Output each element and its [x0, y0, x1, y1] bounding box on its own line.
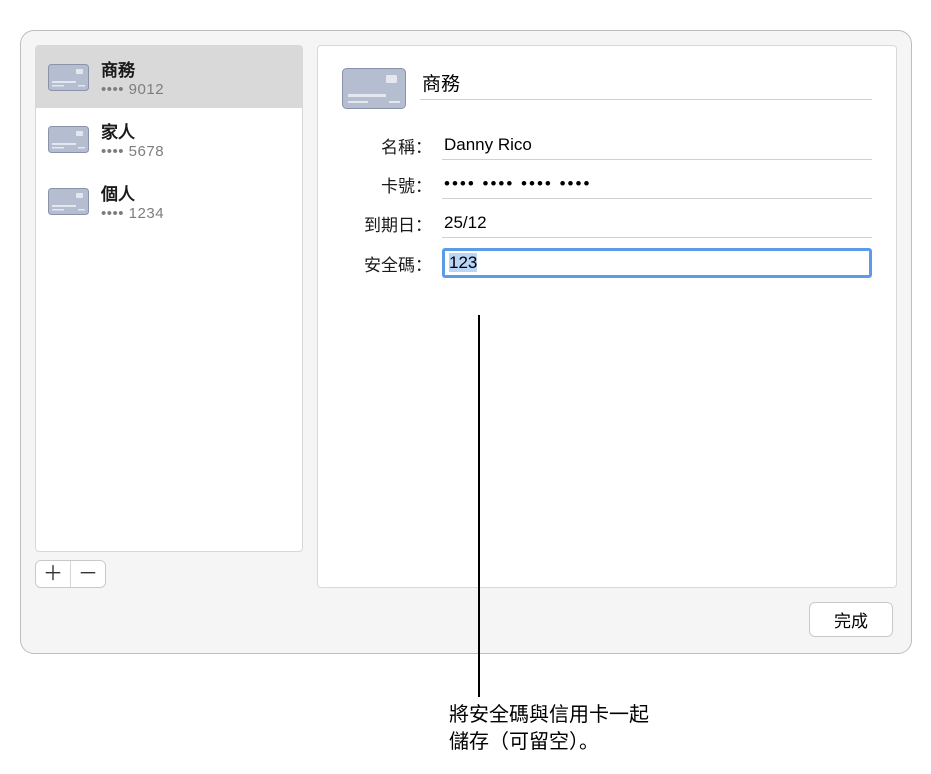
add-button[interactable]: ＋: [36, 561, 70, 587]
card-text: 家人 •••• 5678: [101, 118, 164, 160]
card-last4: •••• 9012: [101, 81, 164, 98]
detail-header: [342, 68, 872, 109]
card-list: 商務 •••• 9012 家人 •••• 5678: [35, 45, 303, 552]
add-remove-group: ＋ －: [35, 560, 106, 588]
callout-line1: 將安全碼與信用卡一起: [449, 704, 649, 726]
credit-card-editor-window: 商務 •••• 9012 家人 •••• 5678: [20, 30, 912, 654]
card-last4: •••• 1234: [101, 205, 164, 222]
credit-card-icon: [48, 64, 89, 91]
detail-panel: 名稱： 卡號： 到期日： 安全碼： 123: [317, 45, 897, 588]
form-row-cvc: 安全碼： 123: [342, 248, 872, 278]
card-list-item[interactable]: 家人 •••• 5678: [36, 108, 302, 170]
sidebar-toolbar: ＋ －: [35, 560, 303, 588]
credit-card-icon: [342, 68, 406, 109]
callout-line2: 儲存（可留空）。: [449, 731, 599, 753]
card-last4: •••• 5678: [101, 143, 164, 160]
form-row-name: 名稱：: [342, 131, 872, 160]
form-row-number: 卡號：: [342, 170, 872, 199]
content-area: 商務 •••• 9012 家人 •••• 5678: [21, 31, 911, 602]
credit-card-icon: [48, 188, 89, 215]
cvc-value: 123: [449, 253, 477, 272]
done-button[interactable]: 完成: [809, 602, 893, 637]
expiry-input[interactable]: [442, 209, 872, 238]
done-label: 完成: [834, 612, 868, 631]
callout-text: 將安全碼與信用卡一起 儲存（可留空）。: [449, 702, 649, 756]
number-input[interactable]: [442, 170, 872, 199]
sidebar: 商務 •••• 9012 家人 •••• 5678: [35, 45, 303, 588]
plus-icon: ＋: [43, 564, 63, 584]
callout-line: [478, 315, 480, 697]
card-text: 商務 •••• 9012: [101, 56, 164, 98]
number-label: 卡號：: [342, 172, 432, 197]
card-title: 商務: [101, 56, 164, 81]
cvc-input[interactable]: 123: [442, 248, 872, 278]
footer: 完成: [21, 602, 911, 653]
minus-icon: －: [78, 564, 98, 584]
name-label: 名稱：: [342, 133, 432, 158]
card-text: 個人 •••• 1234: [101, 180, 164, 222]
card-title: 家人: [101, 118, 164, 143]
remove-button[interactable]: －: [71, 561, 105, 587]
form-row-expiry: 到期日：: [342, 209, 872, 238]
cvc-label: 安全碼：: [342, 251, 432, 276]
card-description-input[interactable]: [420, 68, 872, 100]
card-list-item[interactable]: 商務 •••• 9012: [36, 46, 302, 108]
card-list-item[interactable]: 個人 •••• 1234: [36, 170, 302, 232]
credit-card-icon: [48, 126, 89, 153]
expiry-label: 到期日：: [342, 211, 432, 236]
name-input[interactable]: [442, 131, 872, 160]
card-title: 個人: [101, 180, 164, 205]
